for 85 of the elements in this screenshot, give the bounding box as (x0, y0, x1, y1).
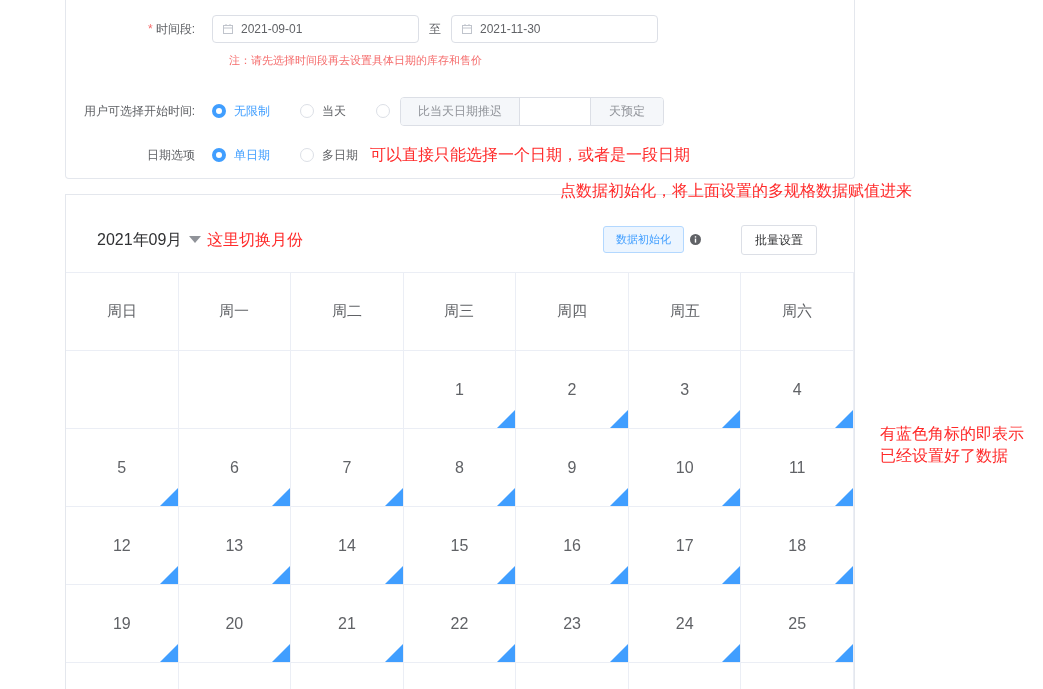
start-date-field[interactable]: 2021-09-01 (212, 15, 419, 43)
corner-mark-icon (159, 644, 178, 662)
range-separator: 至 (429, 21, 441, 38)
corner-mark-icon (722, 566, 741, 584)
corner-mark-icon (722, 644, 741, 662)
weekday-header: 周二 (291, 273, 404, 351)
input-prefix: 比当天日期推迟 (401, 97, 519, 125)
radio-label: 单日期 (234, 146, 270, 164)
annotation-text: 点数据初始化，将上面设置的多规格数据赋值进来 (560, 181, 912, 201)
day-cell[interactable]: 20 (178, 585, 292, 663)
corner-mark-icon (835, 644, 853, 662)
corner-mark-icon (384, 488, 403, 506)
field-label: 日期选项 (147, 147, 195, 162)
day-cell[interactable]: 12 (66, 507, 179, 585)
day-cell[interactable]: 1 (403, 351, 517, 429)
annotation-text: 已经设置好了数据 (880, 446, 1009, 467)
required-asterisk: * (148, 22, 153, 36)
radio-button[interactable] (212, 147, 226, 162)
day-cell[interactable]: 11 (741, 429, 854, 507)
batch-settings-button[interactable]: 批量设置 (741, 224, 817, 255)
field-label: 用户可选择开始时间: (83, 104, 195, 118)
corner-mark-icon (497, 488, 516, 506)
radio-label: 多日期 (322, 146, 358, 164)
weekday-header: 周一 (178, 273, 292, 351)
corner-mark-icon (609, 566, 628, 584)
day-cell[interactable]: 9 (516, 429, 629, 507)
corner-mark-icon (835, 566, 853, 584)
day-cell[interactable]: 19 (66, 585, 179, 663)
weekday-header: 周六 (741, 273, 854, 351)
day-cell[interactable]: 8 (403, 429, 517, 507)
corner-mark-icon (497, 644, 516, 662)
day-cell[interactable]: 17 (628, 507, 742, 585)
weekday-header: 周四 (516, 273, 629, 351)
warning-note: 注：请先选择时间段再去设置具体日期的库存和售价 (229, 53, 483, 68)
corner-mark-icon (497, 410, 516, 428)
corner-mark-icon (835, 488, 853, 506)
radio-label: 当天 (322, 103, 346, 120)
day-cell[interactable]: 7 (291, 429, 404, 507)
day-cell[interactable]: 6 (178, 429, 292, 507)
empty-day-cell[interactable] (66, 351, 179, 429)
corner-mark-icon (384, 566, 403, 584)
corner-mark-icon (722, 488, 741, 506)
field-label: 时间段: (155, 22, 195, 36)
day-cell[interactable]: 24 (628, 585, 742, 663)
weekday-header: 周日 (66, 273, 179, 351)
day-cell[interactable]: 21 (291, 585, 404, 663)
radio-label: 无限制 (234, 103, 270, 120)
corner-mark-icon (272, 566, 291, 584)
day-cell[interactable]: 5 (66, 429, 179, 507)
day-cell[interactable]: 16 (516, 507, 629, 585)
day-cell[interactable]: 22 (403, 585, 517, 663)
corner-mark-icon (722, 410, 741, 428)
calendar-icon (223, 24, 233, 34)
corner-mark-icon (272, 488, 291, 506)
day-cell[interactable]: 14 (291, 507, 404, 585)
info-icon[interactable] (690, 234, 701, 245)
corner-mark-icon (835, 410, 853, 428)
annotation-text: 有蓝色角标的即表示 (880, 424, 1024, 444)
day-cell[interactable]: 13 (178, 507, 292, 585)
weekday-header: 周五 (628, 273, 742, 351)
corner-mark-icon (272, 644, 291, 662)
corner-mark-icon (497, 566, 516, 584)
day-cell[interactable]: 10 (628, 429, 742, 507)
corner-mark-icon (159, 566, 178, 584)
corner-mark-icon (609, 410, 628, 428)
corner-mark-icon (384, 644, 403, 662)
calendar-icon (462, 24, 472, 34)
caret-icon[interactable] (189, 236, 202, 243)
annotation-text: 这里切换月份 (207, 229, 304, 250)
corner-mark-icon (609, 488, 628, 506)
day-cell[interactable]: 23 (516, 585, 629, 663)
day-cell[interactable]: 3 (628, 351, 742, 429)
end-date-field[interactable]: 2021-11-30 (451, 15, 658, 43)
month-selector[interactable]: 2021年09月 (97, 227, 183, 252)
weekday-header: 周三 (403, 273, 517, 351)
day-cell[interactable]: 25 (741, 585, 854, 663)
day-cell[interactable]: 4 (741, 351, 854, 429)
annotation-text: 可以直接只能选择一个日期，或者是一段日期 (370, 144, 690, 165)
radio-button[interactable] (212, 104, 226, 118)
corner-mark-icon (159, 488, 178, 506)
day-cell[interactable]: 18 (741, 507, 854, 585)
corner-mark-icon (609, 644, 628, 662)
day-cell[interactable]: 2 (516, 351, 629, 429)
input-suffix: 天预定 (591, 97, 663, 125)
day-cell[interactable]: 15 (403, 507, 517, 585)
